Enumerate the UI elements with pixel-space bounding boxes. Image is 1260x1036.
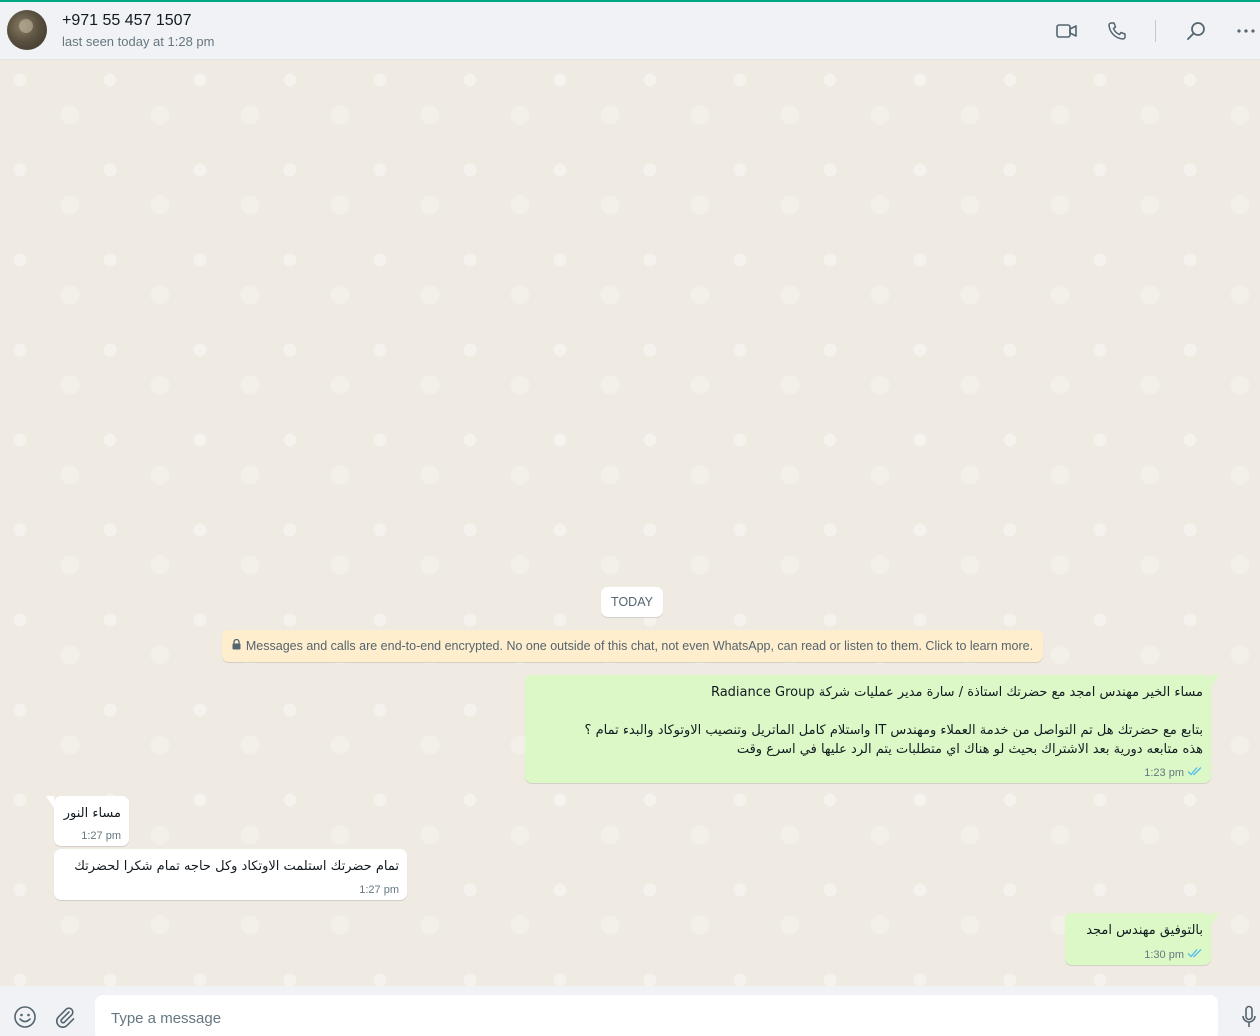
more-options-icon[interactable] — [1234, 19, 1258, 43]
bubble-tail — [1211, 913, 1219, 925]
message-input[interactable] — [95, 995, 1218, 1036]
message-text: بالتوفيق مهندس امجد — [1086, 923, 1203, 938]
video-call-icon[interactable] — [1055, 19, 1079, 43]
voice-call-icon[interactable] — [1105, 19, 1129, 43]
attach-icon[interactable] — [52, 1004, 78, 1030]
bubble-tail — [46, 796, 54, 808]
message-text: مساء الخير مهندس امجد مع حضرتك استاذة / … — [584, 685, 1203, 757]
encryption-notice[interactable]: Messages and calls are end-to-end encryp… — [222, 630, 1043, 662]
message-meta: 1:27 pm — [81, 830, 121, 842]
emoji-icon[interactable] — [12, 1004, 38, 1030]
read-ticks-icon — [1187, 766, 1203, 779]
read-ticks-icon — [1187, 948, 1203, 961]
message-time: 1:23 pm — [1144, 766, 1184, 779]
message-meta: 1:30 pm — [1144, 948, 1203, 961]
message-meta: 1:27 pm — [359, 884, 399, 896]
encryption-notice-text: Messages and calls are end-to-end encryp… — [245, 639, 1034, 653]
search-icon[interactable] — [1184, 19, 1208, 43]
avatar[interactable] — [7, 10, 47, 50]
message-bubble-incoming[interactable]: مساء النور 1:27 pm — [46, 796, 129, 846]
message-time: 1:27 pm — [81, 830, 121, 842]
message-meta: 1:23 pm — [1144, 766, 1203, 779]
contact-name[interactable]: +971 55 457 1507 — [62, 12, 191, 30]
header-divider — [1155, 20, 1156, 42]
message-time: 1:27 pm — [359, 884, 399, 896]
bubble-tail — [1211, 675, 1219, 687]
contact-last-seen: last seen today at 1:28 pm — [62, 34, 215, 49]
message-bubble-outgoing[interactable]: بالتوفيق مهندس امجد 1:30 pm — [1065, 913, 1219, 965]
message-text: مساء النور — [63, 806, 121, 821]
microphone-icon[interactable] — [1236, 1004, 1260, 1030]
message-bubble-outgoing[interactable]: مساء الخير مهندس امجد مع حضرتك استاذة / … — [525, 675, 1219, 783]
chat-header: +971 55 457 1507 last seen today at 1:28… — [0, 2, 1260, 60]
message-text: تمام حضرتك استلمت الاوتكاد وكل حاجه تمام… — [74, 859, 399, 874]
date-divider: TODAY — [601, 587, 663, 617]
message-time: 1:30 pm — [1144, 948, 1184, 961]
message-bubble-incoming[interactable]: تمام حضرتك استلمت الاوتكاد وكل حاجه تمام… — [54, 849, 407, 900]
message-composer — [0, 986, 1260, 1036]
chat-panel[interactable]: TODAY Messages and calls are end-to-end … — [0, 60, 1260, 986]
lock-icon — [232, 638, 241, 653]
